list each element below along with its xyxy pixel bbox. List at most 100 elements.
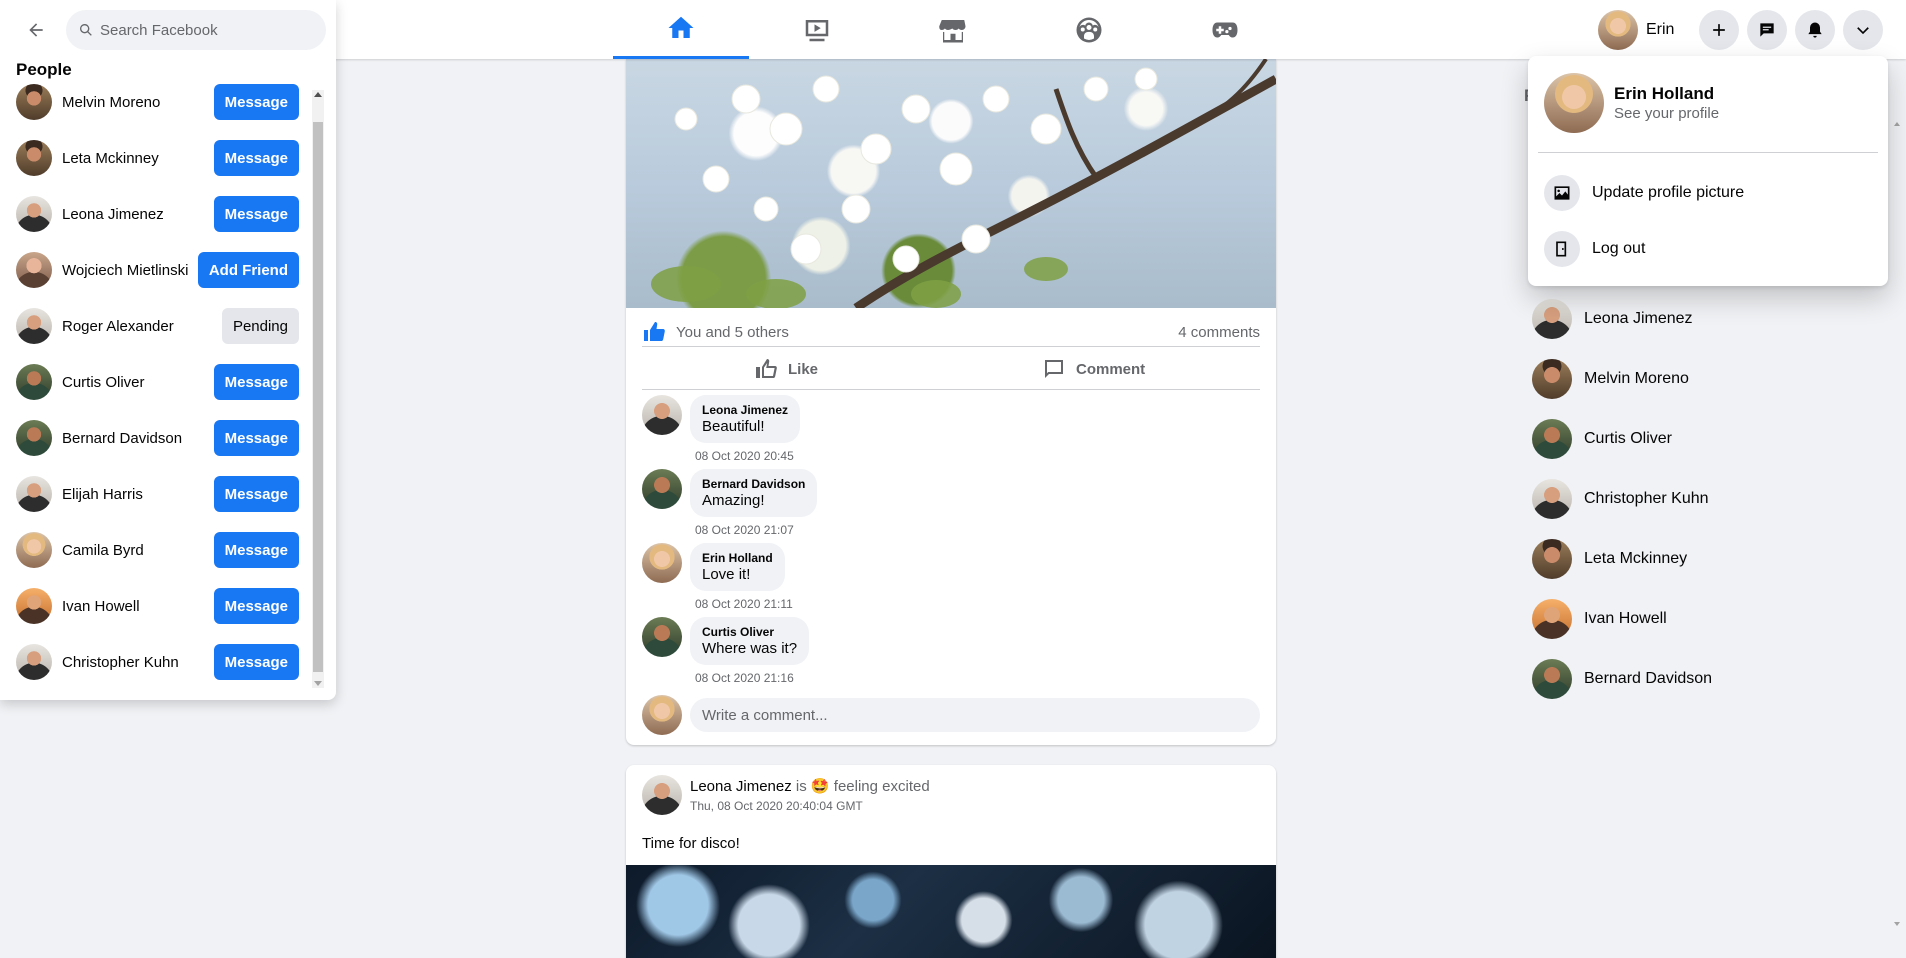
message-button[interactable]: Message (213, 476, 299, 512)
contact-item[interactable]: Leona Jimenez (1532, 293, 1882, 345)
scroll-up-arrow-icon[interactable] (314, 92, 322, 97)
avatar (16, 364, 52, 400)
message-button[interactable]: Message (213, 140, 299, 176)
page-scroll-up-arrow-icon[interactable] (1894, 122, 1900, 126)
menu-item-log-out[interactable]: Log out (1544, 227, 1872, 271)
message-button[interactable]: Message (213, 644, 299, 680)
search-input[interactable] (100, 21, 300, 39)
message-button[interactable]: Message (213, 532, 299, 568)
like-button[interactable]: Like (754, 349, 818, 389)
contact-item[interactable]: Leta Mckinney (1532, 533, 1882, 585)
chat-icon (1760, 23, 1774, 37)
message-button[interactable]: Message (213, 364, 299, 400)
tab-home[interactable] (613, 0, 749, 59)
contact-name: Bernard Davidson (1584, 670, 1713, 687)
list-item[interactable]: Leta Mckinney Message (0, 130, 310, 186)
avatar (16, 644, 52, 680)
pending-button[interactable]: Pending (221, 308, 299, 344)
menu-profile-link[interactable]: Erin Holland See your profile (1544, 73, 1719, 133)
likes-summary[interactable]: You and 5 others (676, 324, 1178, 341)
avatar (16, 252, 52, 288)
avatar (16, 588, 52, 624)
comment-label: Comment (1076, 360, 1146, 378)
tab-gaming[interactable] (1157, 0, 1293, 59)
avatar (16, 196, 52, 232)
contact-item[interactable]: Ivan Howell (1532, 593, 1882, 645)
chevron-down-icon (1857, 27, 1869, 35)
comment-input[interactable] (690, 698, 1260, 732)
list-item[interactable]: Curtis Oliver Message (0, 354, 310, 410)
back-button[interactable] (16, 10, 56, 50)
tab-marketplace[interactable] (885, 0, 1021, 59)
contact-item[interactable]: Melvin Moreno (1532, 353, 1882, 405)
list-item[interactable]: Roger Alexander Pending (0, 298, 310, 354)
avatar (1532, 299, 1572, 339)
feeling-emoji: 🤩 (810, 778, 830, 795)
post-photo[interactable] (626, 59, 1276, 308)
list-item[interactable]: Leona Jimenez Message (0, 186, 310, 242)
account-menu-button[interactable] (1843, 10, 1883, 50)
tab-watch[interactable] (749, 0, 885, 59)
account-menu: Erin Holland See your profile Update pro… (1528, 56, 1888, 286)
add-friend-button[interactable]: Add Friend (197, 252, 299, 288)
message-button[interactable]: Message (213, 420, 299, 456)
people-list: Melvin Moreno Message Leta Mckinney Mess… (0, 82, 310, 690)
tab-groups[interactable] (1021, 0, 1157, 59)
list-item[interactable]: Camila Byrd Message (0, 522, 310, 578)
message-button[interactable]: Message (213, 84, 299, 120)
scroll-thumb[interactable] (313, 122, 323, 672)
comments-count[interactable]: 4 comments (1178, 324, 1260, 341)
comment-text: Beautiful! (702, 418, 765, 435)
list-item[interactable]: Wojciech Mietlinski Add Friend (0, 242, 310, 298)
feeling-prefix: is (795, 778, 807, 795)
messenger-button[interactable] (1747, 10, 1787, 50)
comment-author[interactable]: Erin Holland (702, 551, 773, 565)
comment-author[interactable]: Bernard Davidson (702, 477, 805, 491)
list-item[interactable]: Melvin Moreno Message (0, 82, 310, 130)
comment-timestamp: 08 Oct 2020 21:11 (695, 597, 793, 611)
message-button[interactable]: Message (213, 588, 299, 624)
message-button[interactable]: Message (213, 196, 299, 232)
post-photo[interactable] (626, 865, 1276, 958)
contact-item[interactable]: Bernard Davidson (1532, 653, 1882, 705)
avatar (16, 420, 52, 456)
list-item[interactable]: Christopher Kuhn Message (0, 634, 310, 690)
post-timestamp[interactable]: Thu, 08 Oct 2020 20:40:04 GMT (690, 799, 930, 813)
list-item[interactable]: Ivan Howell Message (0, 578, 310, 634)
post-author[interactable]: Leona Jimenez (690, 778, 792, 795)
post-header: Leona Jimenez is 🤩 feeling excited Thu, … (642, 775, 930, 815)
people-scrollbar[interactable] (312, 90, 324, 688)
comment-author[interactable]: Leona Jimenez (702, 403, 788, 417)
avatar[interactable] (642, 775, 682, 815)
avatar (16, 84, 52, 120)
divider (642, 389, 1260, 390)
list-item[interactable]: Bernard Davidson Message (0, 410, 310, 466)
scroll-down-arrow-icon[interactable] (314, 681, 322, 686)
avatar[interactable] (642, 395, 682, 435)
comment-text: Amazing! (702, 492, 765, 509)
contact-name: Christopher Kuhn (1584, 490, 1709, 507)
store-icon (939, 19, 966, 42)
comment-timestamp: 08 Oct 2020 21:16 (695, 671, 794, 685)
bell-icon (1808, 22, 1822, 38)
thumbs-up-icon (644, 322, 665, 342)
comment-button[interactable]: Comment (1042, 349, 1145, 389)
contact-item[interactable]: Curtis Oliver (1532, 413, 1882, 465)
list-item[interactable]: Elijah Harris Message (0, 466, 310, 522)
contact-item[interactable]: Christopher Kuhn (1532, 473, 1882, 525)
menu-item-update-profile-picture[interactable]: Update profile picture (1544, 171, 1872, 215)
create-button[interactable] (1699, 10, 1739, 50)
avatar (16, 476, 52, 512)
page-scroll-down-arrow-icon[interactable] (1894, 922, 1900, 926)
avatar[interactable] (642, 617, 682, 657)
avatar[interactable] (642, 543, 682, 583)
blossom-branch-illustration (651, 59, 1276, 308)
notifications-button[interactable] (1795, 10, 1835, 50)
profile-chip[interactable]: Erin (1598, 8, 1684, 52)
plus-icon (1713, 24, 1725, 36)
avatar[interactable] (642, 469, 682, 509)
comment-author[interactable]: Curtis Oliver (702, 625, 797, 639)
divider (1538, 152, 1878, 153)
comment-bubble: Curtis Oliver Where was it? (690, 617, 810, 665)
contact-name: Ivan Howell (1584, 610, 1667, 627)
